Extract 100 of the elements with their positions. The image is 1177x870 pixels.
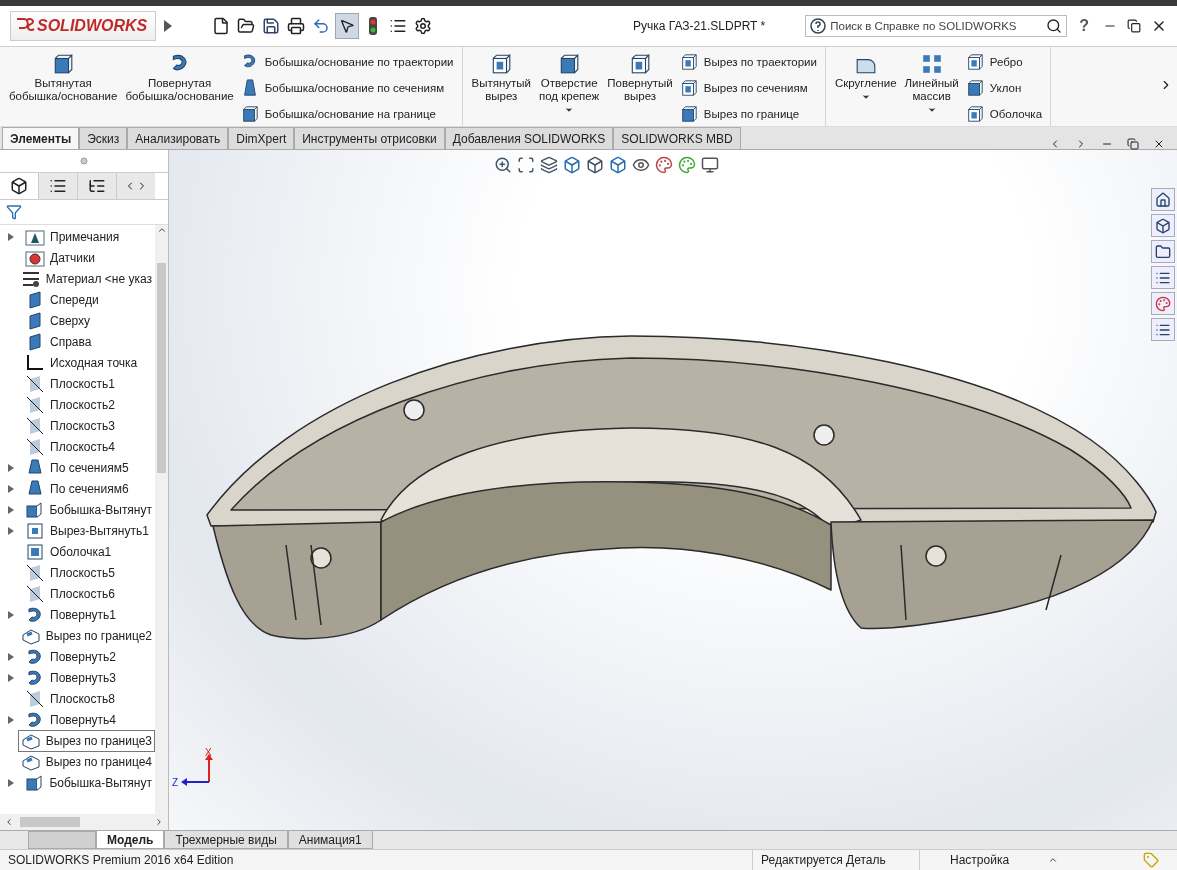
- tree-item[interactable]: Спереди: [22, 288, 102, 311]
- view-orientation-icon[interactable]: [609, 156, 627, 174]
- caret-icon[interactable]: [564, 105, 575, 115]
- tree-item[interactable]: Вырез-Вытянуть1: [22, 519, 152, 542]
- save-icon[interactable]: [262, 17, 280, 35]
- ribbon-button[interactable]: Вырез по границе: [677, 103, 819, 125]
- feature-tree-icon[interactable]: [10, 177, 28, 195]
- ribbon-button[interactable]: Повернутая бобышка/основание: [122, 51, 237, 121]
- palette-icon[interactable]: [1155, 295, 1171, 312]
- tree-item[interactable]: Исходная точка: [22, 351, 141, 374]
- tree-item[interactable]: Датчики: [22, 246, 98, 269]
- tree-item[interactable]: Плоскость8: [22, 687, 118, 710]
- scrollbar[interactable]: [0, 814, 168, 830]
- scrollbar[interactable]: [155, 225, 168, 814]
- solidworks-logo[interactable]: SOLIDWORKS: [10, 11, 156, 41]
- units-button[interactable]: Настройка: [920, 853, 1048, 867]
- tree-item[interactable]: По сечениям6: [22, 477, 132, 500]
- ribbon-tab[interactable]: Инструменты отрисовки: [294, 127, 445, 149]
- scroll-up-icon[interactable]: [156, 225, 167, 235]
- palette-icon[interactable]: [678, 156, 696, 174]
- tree-item[interactable]: Вырез по границе4: [17, 750, 155, 773]
- select-button[interactable]: [335, 13, 359, 39]
- list-icon[interactable]: [389, 17, 407, 35]
- tree-item[interactable]: Вырез по границе2: [17, 624, 155, 647]
- expand-arrow-icon[interactable]: [8, 652, 14, 661]
- model-tab[interactable]: Трехмерные виды: [164, 831, 288, 849]
- folder-icon[interactable]: [1155, 243, 1171, 260]
- box-icon[interactable]: [1155, 217, 1171, 234]
- printer-icon[interactable]: [287, 17, 305, 35]
- search-icon[interactable]: [1046, 18, 1063, 34]
- zoom-area-icon[interactable]: [517, 156, 535, 174]
- expand-arrow-icon[interactable]: [8, 715, 14, 724]
- ribbon-button[interactable]: Бобышка/основание по траектории: [238, 51, 456, 73]
- tree-item[interactable]: По сечениям5: [22, 456, 132, 479]
- expand-arrow-icon[interactable]: [7, 505, 14, 514]
- filter-icon[interactable]: [6, 204, 22, 220]
- expand-arrow-icon[interactable]: [8, 232, 14, 241]
- ribbon-button[interactable]: Бобышка/основание по сечениям: [238, 77, 456, 99]
- tree-item[interactable]: Плоскость4: [22, 435, 118, 458]
- tree-item[interactable]: Повернуть2: [22, 645, 119, 668]
- tree-item[interactable]: Повернуть1: [22, 603, 119, 626]
- palette-icon[interactable]: [655, 156, 673, 174]
- ribbon-button[interactable]: Отверстие под крепеж: [536, 51, 603, 121]
- undo-icon[interactable]: [312, 17, 330, 35]
- ribbon-button[interactable]: Уклон: [963, 77, 1045, 99]
- tree-item[interactable]: Повернуть3: [22, 666, 119, 689]
- tree-item[interactable]: Вырез по границе3: [17, 729, 155, 752]
- traffic-light-icon[interactable]: [368, 16, 378, 36]
- ribbon-tab[interactable]: Эскиз: [79, 127, 128, 149]
- ribbon-tab[interactable]: Элементы: [2, 127, 80, 149]
- tree-item[interactable]: Справа: [22, 330, 95, 353]
- section-view-icon[interactable]: [563, 156, 581, 174]
- config-tree-icon[interactable]: [88, 177, 106, 195]
- caret-icon[interactable]: [860, 92, 871, 102]
- ribbon-tab[interactable]: SOLIDWORKS MBD: [613, 127, 741, 149]
- tree-item[interactable]: Плоскость1: [22, 372, 118, 395]
- tree-item[interactable]: Примечания: [22, 225, 123, 248]
- restore-icon[interactable]: [1127, 138, 1139, 150]
- expand-arrow-icon[interactable]: [162, 19, 174, 33]
- ribbon-button[interactable]: Линейный массив: [901, 51, 962, 121]
- ribbon-button[interactable]: Вытянутый вырез: [468, 51, 534, 121]
- open-folder-icon[interactable]: [237, 17, 255, 35]
- close-icon[interactable]: [1153, 138, 1165, 150]
- help-button[interactable]: ?: [1079, 17, 1089, 35]
- scroll-thumb[interactable]: [157, 263, 166, 473]
- restore-icon[interactable]: [1127, 19, 1141, 33]
- caret-icon[interactable]: [926, 105, 937, 115]
- help-search-field[interactable]: Поиск в Справке по SOLIDWORKS: [805, 15, 1068, 37]
- ribbon-tab[interactable]: DimXpert: [228, 127, 295, 149]
- tree-item[interactable]: Оболочка1: [22, 540, 115, 563]
- tree-item[interactable]: Плоскость5: [22, 561, 118, 584]
- ribbon-button[interactable]: Вытянутая бобышка/основание: [6, 51, 121, 121]
- expand-arrow-icon[interactable]: [8, 610, 14, 619]
- settings-icon[interactable]: [414, 17, 432, 35]
- ribbon-button[interactable]: Вырез по сечениям: [677, 77, 819, 99]
- caret-icon[interactable]: [1048, 855, 1058, 865]
- tree-item[interactable]: Плоскость3: [22, 414, 118, 437]
- tree-item[interactable]: Сверху: [22, 309, 94, 332]
- tree-item[interactable]: Плоскость6: [22, 582, 118, 605]
- expand-arrow-icon[interactable]: [7, 778, 14, 787]
- ribbon-tab[interactable]: Анализировать: [127, 127, 229, 149]
- ribbon-button[interactable]: Оболочка: [963, 103, 1045, 125]
- ribbon-button[interactable]: Скругление: [831, 51, 900, 121]
- ribbon-button[interactable]: Повернутый вырез: [604, 51, 676, 121]
- model-tab[interactable]: Модель: [96, 831, 165, 849]
- eye-icon[interactable]: [632, 156, 650, 174]
- home-icon[interactable]: [1155, 191, 1171, 208]
- ribbon-button[interactable]: Ребро: [963, 51, 1045, 73]
- expand-arrow-icon[interactable]: [8, 526, 14, 535]
- scroll-left-icon[interactable]: [4, 817, 14, 827]
- scroll-thumb[interactable]: [20, 817, 80, 827]
- model-tab[interactable]: Анимация1: [287, 831, 373, 849]
- tree-item[interactable]: Повернуть4: [22, 708, 119, 731]
- tree-item[interactable]: Материал <не указ: [17, 267, 155, 290]
- panel-handle-icon[interactable]: [80, 157, 88, 165]
- zoom-icon[interactable]: [494, 156, 512, 174]
- ribbon-button[interactable]: Бобышка/основание на границе: [238, 103, 456, 125]
- expand-arrow-icon[interactable]: [8, 463, 14, 472]
- new-file-icon[interactable]: [212, 17, 230, 35]
- tree-item[interactable]: Бобышка-Вытянут: [21, 771, 155, 794]
